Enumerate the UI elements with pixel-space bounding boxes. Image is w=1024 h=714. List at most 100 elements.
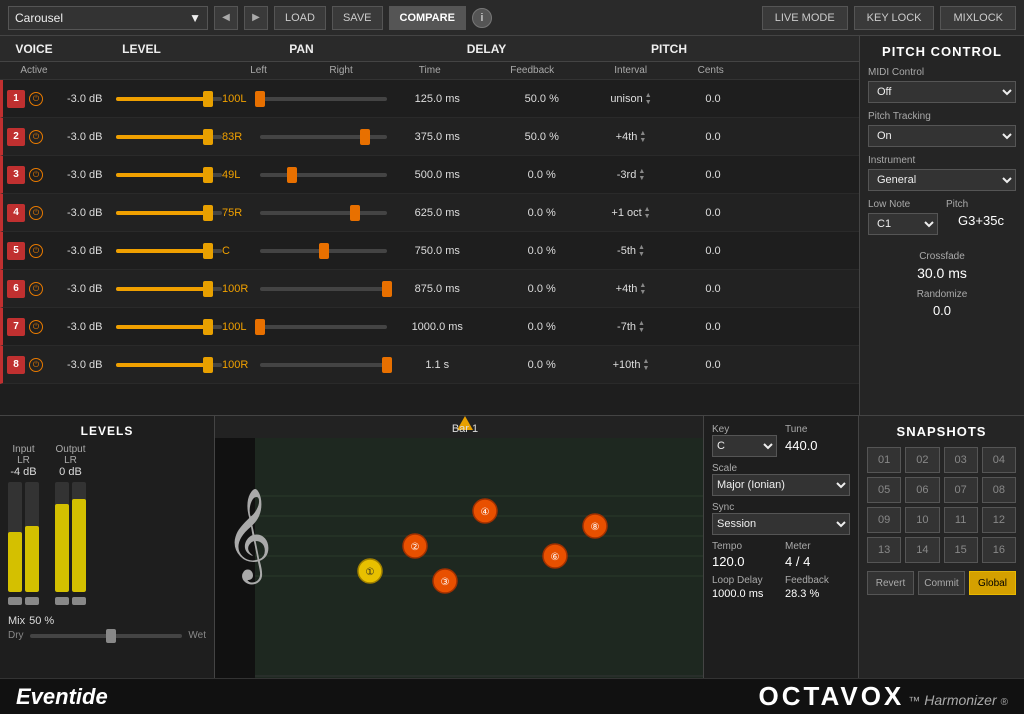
nav-next-button[interactable]: ▶ (244, 6, 268, 30)
pan-thumb-7[interactable] (255, 319, 265, 335)
power-button-4[interactable]: ⏻ (29, 206, 43, 220)
load-button[interactable]: LOAD (274, 6, 326, 30)
global-button[interactable]: Global (969, 571, 1016, 595)
pan-thumb-1[interactable] (255, 91, 265, 107)
instrument-label: Instrument (868, 155, 1016, 166)
midi-control-select[interactable]: Off (868, 81, 1016, 103)
revert-button[interactable]: Revert (867, 571, 914, 595)
pitch-tracking-select[interactable]: On (868, 125, 1016, 147)
level-slider-6[interactable] (116, 281, 222, 297)
input-slider-r[interactable] (25, 597, 39, 605)
info-button[interactable]: i (472, 8, 492, 28)
voice-row-7: 7⏻-3.0 dB100L1000.0 ms0.0 %-7th▲▼0.0 (0, 308, 859, 346)
snapshot-button-11[interactable]: 11 (944, 507, 978, 533)
interval-arrows-6[interactable]: ▲▼ (639, 282, 646, 296)
level-thumb-4[interactable] (203, 205, 213, 221)
delay-cell-8: 1.1 s0.0 % (387, 359, 592, 371)
save-button[interactable]: SAVE (332, 6, 383, 30)
sync-select[interactable]: Session (712, 513, 850, 535)
output-slider-r[interactable] (72, 597, 86, 605)
pan-thumb-3[interactable] (287, 167, 297, 183)
snapshot-button-16[interactable]: 16 (982, 537, 1016, 563)
mix-track[interactable] (30, 634, 183, 638)
compare-button[interactable]: COMPARE (389, 6, 466, 30)
level-value-5: -3.0 dB (67, 245, 112, 257)
snapshot-button-01[interactable]: 01 (867, 447, 901, 473)
output-slider-l[interactable] (55, 597, 69, 605)
power-button-3[interactable]: ⏻ (29, 168, 43, 182)
pan-thumb-6[interactable] (382, 281, 392, 297)
snapshot-button-15[interactable]: 15 (944, 537, 978, 563)
level-thumb-7[interactable] (203, 319, 213, 335)
snapshot-button-05[interactable]: 05 (867, 477, 901, 503)
level-thumb-5[interactable] (203, 243, 213, 259)
level-thumb-1[interactable] (203, 91, 213, 107)
snapshot-button-13[interactable]: 13 (867, 537, 901, 563)
level-slider-5[interactable] (116, 243, 222, 259)
output-lr: LR (55, 455, 86, 466)
level-thumb-2[interactable] (203, 129, 213, 145)
snapshot-button-04[interactable]: 04 (982, 447, 1016, 473)
level-thumb-6[interactable] (203, 281, 213, 297)
preset-dropdown[interactable]: Carousel ▼ (8, 6, 208, 30)
interval-arrows-7[interactable]: ▲▼ (638, 320, 645, 334)
power-button-5[interactable]: ⏻ (29, 244, 43, 258)
interval-arrows-1[interactable]: ▲▼ (645, 92, 652, 106)
snapshot-button-07[interactable]: 07 (944, 477, 978, 503)
voice-row-6: 6⏻-3.0 dB100R875.0 ms0.0 %+4th▲▼0.0 (0, 270, 859, 308)
snapshot-button-10[interactable]: 10 (905, 507, 939, 533)
piano-roll[interactable]: Bar 1 𝄞 𝄢 ① (215, 416, 704, 678)
live-mode-button[interactable]: LIVE MODE (762, 6, 848, 30)
snapshot-button-12[interactable]: 12 (982, 507, 1016, 533)
power-button-8[interactable]: ⏻ (29, 358, 43, 372)
power-button-7[interactable]: ⏻ (29, 320, 43, 334)
level-thumb-8[interactable] (203, 357, 213, 373)
level-slider-7[interactable] (116, 319, 222, 335)
interval-arrows-3[interactable]: ▲▼ (638, 168, 645, 182)
level-slider-3[interactable] (116, 167, 222, 183)
level-slider-8[interactable] (116, 357, 222, 373)
pan-slider-7[interactable] (260, 319, 387, 335)
power-button-2[interactable]: ⏻ (29, 130, 43, 144)
pan-slider-8[interactable] (260, 357, 387, 373)
nav-prev-button[interactable]: ◀ (214, 6, 238, 30)
mix-thumb[interactable] (106, 629, 116, 643)
power-button-6[interactable]: ⏻ (29, 282, 43, 296)
instrument-select[interactable]: General (868, 169, 1016, 191)
level-slider-2[interactable] (116, 129, 222, 145)
snapshot-button-09[interactable]: 09 (867, 507, 901, 533)
snapshot-button-08[interactable]: 08 (982, 477, 1016, 503)
mix-lock-button[interactable]: MIXLOCK (940, 6, 1016, 30)
delay-cell-5: 750.0 ms0.0 % (387, 245, 592, 257)
pan-thumb-8[interactable] (382, 357, 392, 373)
power-button-1[interactable]: ⏻ (29, 92, 43, 106)
level-slider-4[interactable] (116, 205, 222, 221)
snapshot-button-03[interactable]: 03 (944, 447, 978, 473)
pan-slider-1[interactable] (260, 91, 387, 107)
level-slider-1[interactable] (116, 91, 222, 107)
voice-num-8: 8 (7, 356, 25, 374)
low-note-select[interactable]: C1 (868, 213, 938, 235)
key-lock-button[interactable]: KEY LOCK (854, 6, 935, 30)
snapshot-button-14[interactable]: 14 (905, 537, 939, 563)
pan-slider-2[interactable] (260, 129, 387, 145)
input-slider-l[interactable] (8, 597, 22, 605)
snapshot-button-02[interactable]: 02 (905, 447, 939, 473)
pan-slider-3[interactable] (260, 167, 387, 183)
interval-arrows-5[interactable]: ▲▼ (638, 244, 645, 258)
time-value-8: 1.1 s (387, 359, 488, 371)
interval-arrows-8[interactable]: ▲▼ (642, 358, 649, 372)
pan-slider-5[interactable] (260, 243, 387, 259)
pan-thumb-4[interactable] (350, 205, 360, 221)
snapshot-button-06[interactable]: 06 (905, 477, 939, 503)
interval-arrows-4[interactable]: ▲▼ (644, 206, 651, 220)
pan-slider-4[interactable] (260, 205, 387, 221)
scale-select[interactable]: Major (Ionian) (712, 474, 850, 496)
pan-slider-6[interactable] (260, 281, 387, 297)
level-thumb-3[interactable] (203, 167, 213, 183)
commit-button[interactable]: Commit (918, 571, 965, 595)
pan-thumb-2[interactable] (360, 129, 370, 145)
key-select[interactable]: C (712, 435, 777, 457)
interval-arrows-2[interactable]: ▲▼ (639, 130, 646, 144)
pan-thumb-5[interactable] (319, 243, 329, 259)
